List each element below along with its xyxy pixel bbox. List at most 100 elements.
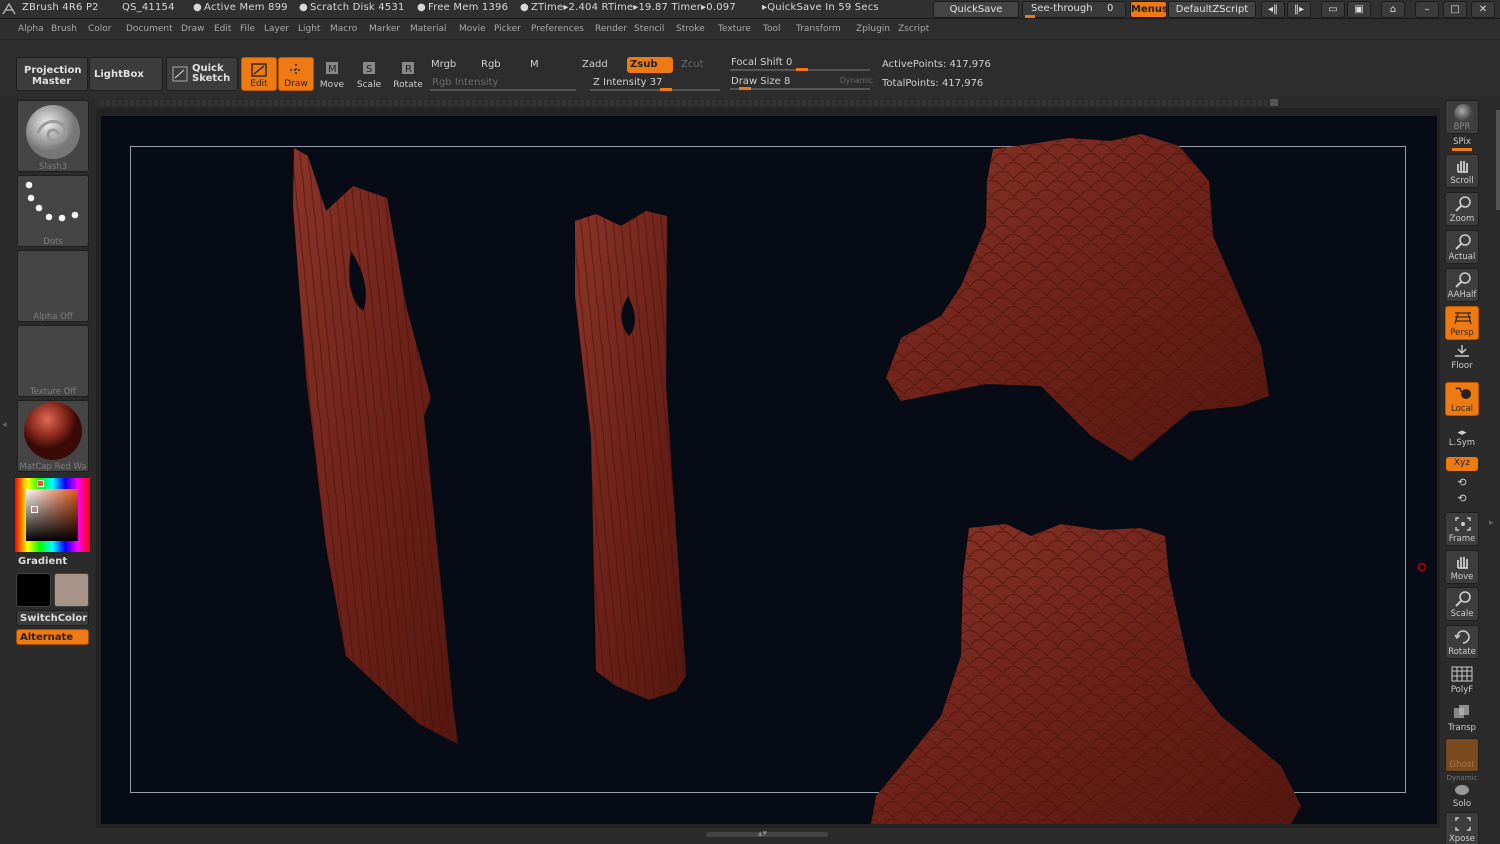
color-saturation-square[interactable] (26, 489, 78, 541)
rotate-y-icon[interactable]: ⟲ (1445, 476, 1479, 489)
minimize-icon[interactable]: – (1415, 1, 1439, 18)
menu-brush[interactable]: Brush (51, 24, 77, 34)
menu-preferences[interactable]: Preferences (531, 24, 584, 34)
quick-sketch-button[interactable]: Quick Sketch (166, 57, 238, 91)
zsub-button[interactable]: Zsub (627, 57, 673, 73)
close-icon[interactable]: ✕ (1471, 1, 1495, 18)
menu-zplugin[interactable]: Zplugin (856, 24, 890, 34)
z-intensity-knob[interactable] (660, 88, 672, 91)
color-picker[interactable] (15, 478, 90, 552)
zadd-button[interactable]: Zadd (582, 59, 608, 70)
maximize-icon[interactable]: □ (1443, 1, 1467, 18)
rgb-intensity-slider[interactable]: Rgb Intensity (432, 77, 498, 88)
solo-button[interactable]: Solo (1445, 784, 1479, 809)
menu-edit[interactable]: Edit (214, 24, 231, 34)
draw-size-knob[interactable] (739, 87, 751, 90)
menu-document[interactable]: Document (126, 24, 173, 34)
expand-bottom-icon[interactable]: ▴▾ (758, 829, 767, 839)
menu-alpha[interactable]: Alpha (18, 24, 44, 34)
scale-tool-button[interactable]: S Scale (351, 57, 387, 91)
scroll-button[interactable]: Scroll (1445, 154, 1479, 188)
bpr-button[interactable]: BPR (1445, 100, 1479, 134)
lsym-button[interactable]: ◂▸ L.Sym (1445, 428, 1479, 452)
edit-tool-button[interactable]: Edit (241, 57, 277, 91)
rgb-button[interactable]: Rgb (481, 59, 501, 70)
right-scrollbar[interactable] (1496, 110, 1500, 210)
draw-tool-button[interactable]: Draw (278, 57, 314, 91)
xyz-button[interactable]: Xyz (1446, 457, 1478, 471)
menu-stroke[interactable]: Stroke (676, 24, 705, 34)
material-thumbnail[interactable]: MatCap Red Wa (17, 400, 89, 472)
local-button[interactable]: Local (1445, 382, 1479, 416)
menu-draw[interactable]: Draw (181, 24, 205, 34)
actual-button[interactable]: Actual (1445, 230, 1479, 264)
menus-button[interactable]: Menus (1130, 1, 1168, 18)
expand-ui-icon[interactable]: ‖▸ (1287, 1, 1311, 18)
hue-marker[interactable] (37, 480, 44, 487)
polyf-button[interactable]: PolyF (1445, 666, 1479, 695)
brush-thumbnail[interactable]: Slash3 (17, 100, 89, 172)
floor-button[interactable]: Floor (1445, 342, 1479, 372)
rotate-view-button[interactable]: Rotate (1445, 625, 1479, 659)
move-tool-button[interactable]: M Move (314, 57, 350, 91)
projection-master-button[interactable]: Projection Master (16, 57, 88, 91)
rotate-tool-button[interactable]: R Rotate (390, 57, 426, 91)
menu-tool[interactable]: Tool (763, 24, 780, 34)
persp-button[interactable]: Persp (1445, 306, 1479, 340)
color-marker[interactable] (31, 506, 38, 513)
z-intensity-slider[interactable]: Z Intensity 37 (593, 77, 662, 88)
frame-button[interactable]: Frame (1445, 512, 1479, 546)
spix-slider[interactable]: SPix (1445, 137, 1479, 147)
menu-render[interactable]: Render (595, 24, 627, 34)
menu-movie[interactable]: Movie (459, 24, 486, 34)
menu-file[interactable]: File (240, 24, 255, 34)
alpha-thumbnail[interactable]: Alpha Off (17, 250, 89, 322)
document-canvas[interactable] (101, 116, 1437, 824)
m-button[interactable]: M (530, 59, 539, 70)
move-view-button[interactable]: Move (1445, 550, 1479, 584)
menu-material[interactable]: Material (410, 24, 447, 34)
menu-picker[interactable]: Picker (494, 24, 521, 34)
zoom-button[interactable]: Zoom (1445, 192, 1479, 226)
switch-color-button[interactable]: SwitchColor (16, 610, 89, 626)
menu-macro[interactable]: Macro (330, 24, 357, 34)
focal-shift-knob[interactable] (796, 68, 808, 71)
menu-color[interactable]: Color (88, 24, 112, 34)
xpose-button[interactable]: Xpose (1445, 812, 1479, 844)
menu-marker[interactable]: Marker (369, 24, 400, 34)
restore-layout-icon[interactable]: ▭ (1321, 1, 1345, 18)
aahalf-button[interactable]: AAHalf (1445, 268, 1479, 302)
spix-knob[interactable] (1452, 148, 1472, 151)
menu-zscript[interactable]: Zscript (898, 24, 929, 34)
left-tray-collapse-icon[interactable]: ◂ (2, 420, 10, 440)
ghost-button[interactable]: Ghost (1445, 738, 1479, 772)
texture-thumbnail[interactable]: Texture Off (17, 325, 89, 397)
menu-texture[interactable]: Texture (718, 24, 751, 34)
scale-view-button[interactable]: Scale (1445, 587, 1479, 621)
alternate-button[interactable]: Alternate (16, 629, 89, 645)
menu-light[interactable]: Light (298, 24, 320, 34)
quicksave-button[interactable]: QuickSave (933, 1, 1019, 18)
draw-size-slider[interactable]: Draw Size 8 (731, 76, 790, 87)
lock-icon[interactable]: ⌂ (1381, 1, 1405, 18)
default-zscript-button[interactable]: DefaultZScript (1168, 1, 1256, 18)
lightbox-button[interactable]: LightBox (89, 57, 163, 91)
stroke-thumbnail[interactable]: Dots (17, 175, 89, 247)
shrink-ui-icon[interactable]: ◂‖ (1261, 1, 1285, 18)
dynamic-toggle[interactable]: Dynamic (840, 76, 873, 85)
rotate-z-icon[interactable]: ⟲ (1445, 492, 1479, 505)
mrgb-button[interactable]: Mrgb (431, 59, 456, 70)
focal-shift-slider[interactable]: Focal Shift 0 (731, 57, 792, 68)
menu-transform[interactable]: Transform (796, 24, 841, 34)
right-tray-collapse-icon[interactable]: ▸ (1489, 518, 1497, 538)
secondary-color-swatch[interactable] (16, 573, 51, 607)
menu-stencil[interactable]: Stencil (634, 24, 664, 34)
menu-layer[interactable]: Layer (264, 24, 289, 34)
seethrough-knob[interactable] (1025, 15, 1035, 18)
main-color-swatch[interactable] (54, 573, 89, 607)
shelf-handle[interactable] (1270, 99, 1278, 106)
custom-layout-icon[interactable]: ▣ (1347, 1, 1371, 18)
transp-button[interactable]: Transp (1445, 704, 1479, 733)
zcut-button[interactable]: Zcut (681, 59, 704, 70)
seethrough-slider[interactable]: See-through 0 (1022, 1, 1126, 18)
